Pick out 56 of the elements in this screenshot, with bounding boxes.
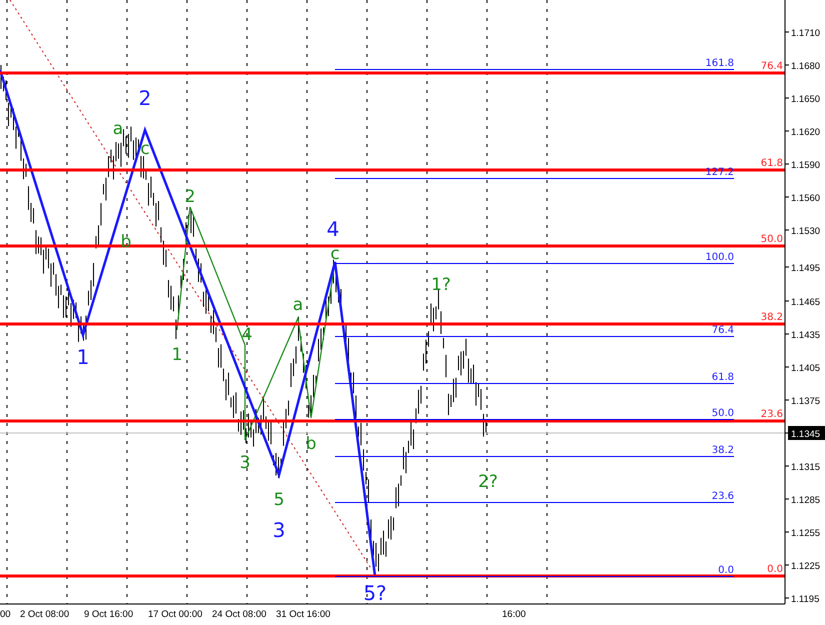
- wave-label: a: [292, 295, 304, 315]
- price-label: 1.1285: [791, 495, 820, 506]
- level-label: 0.0: [767, 564, 783, 575]
- price-label: 1.1530: [791, 226, 820, 237]
- price-label: 1.1435: [791, 330, 820, 341]
- price-label: 1.1255: [791, 528, 820, 539]
- level-label: 76.4: [760, 61, 783, 72]
- time-label: 24 Oct 08:00: [212, 609, 266, 620]
- wave-label: 4: [242, 325, 252, 345]
- wave-label: 2?: [478, 472, 498, 492]
- price-label: 1.1465: [791, 297, 820, 308]
- time-label: 00: [0, 609, 11, 620]
- price-label: 1.1225: [791, 561, 820, 572]
- time-label: 9 Oct 16:00: [84, 609, 134, 620]
- level-label: 61.8: [760, 158, 783, 169]
- fibonacci-label: 100.0: [705, 252, 734, 263]
- price-label: 1.1680: [791, 61, 820, 72]
- price-label: 1.1620: [791, 127, 820, 138]
- price-label: 1.1345: [791, 429, 820, 440]
- price-label: 1.1195: [791, 594, 820, 605]
- level-label: 23.6: [760, 409, 783, 420]
- wave-label: 5?: [363, 581, 387, 605]
- time-label: 17 Oct 00:00: [148, 609, 202, 620]
- wave-label: 4: [326, 217, 340, 241]
- fibonacci-label: 161.8: [705, 58, 734, 69]
- fibonacci-label: 38.2: [712, 445, 734, 456]
- price-label: 1.1495: [791, 263, 820, 274]
- price-label: 1.1650: [791, 94, 820, 105]
- wave-label: 3: [240, 453, 250, 473]
- price-label: 1.1590: [791, 160, 820, 171]
- time-label: 16:00: [502, 609, 526, 620]
- level-label: 38.2: [760, 312, 783, 323]
- price-label: 1.1315: [791, 462, 820, 473]
- wave-label: 3: [272, 518, 286, 542]
- wave-label: c: [330, 244, 340, 264]
- price-label: 1.1405: [791, 363, 820, 374]
- wave-label: b: [306, 434, 316, 454]
- fibonacci-label: 0.0: [718, 565, 734, 576]
- wave-label: 5: [274, 490, 284, 510]
- level-label: 50.0: [760, 234, 783, 245]
- price-label: 1.1560: [791, 193, 820, 204]
- fibonacci-label: 50.0: [712, 408, 734, 419]
- time-label: 31 Oct 16:00: [276, 609, 330, 620]
- wave-label: 2: [138, 86, 152, 110]
- wave-label: c: [140, 139, 150, 159]
- price-label: 1.1375: [791, 396, 820, 407]
- wave-label: 1?: [431, 275, 451, 295]
- wave-label: 2: [184, 187, 196, 207]
- wave-label: a: [112, 119, 124, 139]
- fibonacci-label: 61.8: [712, 372, 734, 383]
- price-label: 1.1710: [791, 28, 820, 39]
- fibonacci-label: 76.4: [712, 325, 734, 336]
- wave-label: 1: [76, 345, 90, 369]
- wave-label: 1: [172, 345, 182, 365]
- fibonacci-label: 23.6: [712, 491, 734, 502]
- time-label: 2 Oct 08:00: [20, 609, 70, 620]
